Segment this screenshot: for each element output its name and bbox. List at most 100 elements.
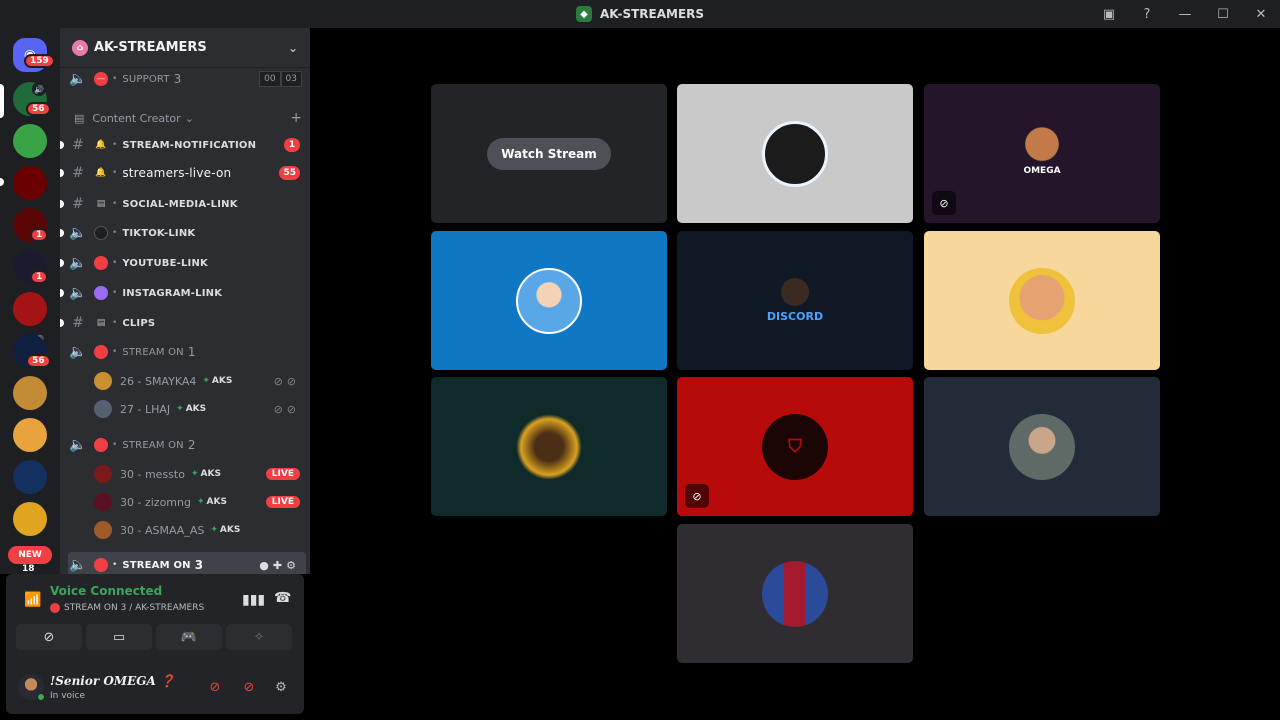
disconnect-icon[interactable]: ☎ — [274, 590, 291, 606]
voice-channel-stream-on-2[interactable]: 🔈 • STREAM ON 2 — [68, 432, 306, 458]
chevron-down-icon: ⌄ — [184, 111, 194, 125]
window-title: ◆ AK-STREAMERS — [575, 6, 704, 22]
voice-channel-instagram-link[interactable]: 🔈 • INSTAGRAM-LINK — [60, 280, 306, 306]
invite-icon[interactable]: ✚ — [273, 559, 286, 572]
server-rail: ◉ 159 🔊 56 1 1 🔊 56 NEW 18 — [0, 28, 60, 574]
avatar — [1009, 413, 1075, 480]
red-circle-icon — [94, 558, 108, 572]
channel-label: STREAM ON — [122, 559, 191, 571]
avatar — [94, 465, 112, 483]
voice-channel-tiktok-link[interactable]: 🔈 • TIKTOK-LINK — [60, 220, 306, 246]
channel-label: SOCIAL-MEDIA-LINK — [122, 198, 238, 210]
purple-circle-icon — [94, 286, 108, 300]
voice-channel-stream-on-3[interactable]: 🔈 • STREAM ON 3 ●✚⚙ — [68, 552, 306, 574]
channel-label: STREAM ON — [122, 346, 184, 358]
voice-connected-panel: 📶 Voice Connected STREAM ON 3 / AK-STREA… — [6, 574, 304, 660]
server-icon-2[interactable] — [13, 124, 47, 158]
close-button[interactable]: ✕ — [1242, 0, 1280, 28]
voice-channel-support[interactable]: 🔈 — • SUPPORT 3 00 03 — [68, 66, 306, 92]
category-content-creator[interactable]: ▤ Content Creator ⌄ + — [74, 108, 306, 128]
channel-label: INSTAGRAM-LINK — [122, 287, 223, 299]
voice-user[interactable]: 30 - ASMAA_AS AKS — [94, 518, 306, 542]
tile-user-5[interactable]: DISCORD — [677, 231, 913, 370]
watch-stream-button[interactable]: Watch Stream — [487, 137, 611, 170]
voice-channel-icon: 🔈 — [69, 557, 87, 573]
channel-label: CLIPS — [122, 317, 156, 329]
server-header[interactable]: ⌂ AK-STREAMERS ⌄ — [60, 28, 310, 68]
username[interactable]: !Senior OMEGA ❓ — [50, 674, 175, 688]
voice-user[interactable]: 30 - messto AKS LIVE — [94, 462, 306, 486]
mic-muted-icon[interactable]: ⊘ — [204, 676, 226, 698]
home-badge: 159 — [24, 54, 55, 68]
text-channel-streamers-live-on[interactable]: # 🔔 • streamers-live-on 55 — [60, 160, 306, 186]
signal-icon[interactable]: 📶 — [24, 592, 41, 608]
bell-icon: 🔔 — [95, 140, 107, 150]
new-badge[interactable]: NEW — [8, 546, 52, 564]
camera-off-button[interactable]: ⊘ — [16, 624, 82, 650]
tile-user-6[interactable] — [924, 231, 1160, 370]
text-channel-clips[interactable]: # ▤ • CLIPS — [60, 310, 306, 336]
add-channel-icon[interactable]: + — [290, 110, 302, 126]
tile-user-7[interactable] — [431, 377, 667, 516]
text-channel-social-media-link[interactable]: # ▤ • SOCIAL-MEDIA-LINK — [60, 191, 306, 217]
headphones-muted-icon[interactable]: ⊘ — [238, 676, 260, 698]
clapper-icon: ▤ — [96, 318, 106, 328]
gear-icon[interactable]: ⚙ — [270, 676, 292, 698]
inbox-icon[interactable]: ▣ — [1090, 0, 1128, 28]
screen-share-button[interactable]: ▭ — [86, 624, 152, 650]
tile-user-8[interactable]: ⛉ ⊘ — [677, 377, 913, 516]
help-icon[interactable]: ? — [1128, 0, 1166, 28]
soundboard-button[interactable]: ✧ — [226, 624, 292, 650]
tiktok-icon — [94, 226, 108, 240]
noise-suppression-icon[interactable]: ▮▮▮ — [242, 592, 265, 608]
hash-icon: # — [72, 165, 84, 181]
minimize-button[interactable]: — — [1166, 0, 1204, 28]
text-channel-stream-notification[interactable]: # 🔔 • STREAM-NOTIFICATION 1 — [60, 132, 306, 158]
title-bar: ◆ AK-STREAMERS ▣ ? — ☐ ✕ — [0, 0, 1280, 28]
muted-deafened-icon: ⊘⊘ — [273, 374, 300, 388]
tile-stream[interactable]: Watch Stream — [431, 84, 667, 223]
server-icon-3[interactable] — [13, 166, 47, 200]
hash-icon: # — [72, 196, 84, 212]
server-icon-10[interactable] — [13, 460, 47, 494]
server-badge-5: 1 — [30, 270, 49, 284]
tile-user-9[interactable] — [924, 377, 1160, 516]
activity-button[interactable]: 🎮 — [156, 624, 222, 650]
channel-sidebar: ⌂ AK-STREAMERS ⌄ 🔈 — • SUPPORT 3 00 03 ▤… — [60, 28, 310, 574]
server-icon-6[interactable] — [13, 292, 47, 326]
avatar: OMEGA — [1009, 120, 1075, 187]
live-badge[interactable]: LIVE — [265, 496, 300, 508]
voice-user[interactable]: 27 - LHAJ AKS ⊘⊘ — [94, 397, 306, 421]
maximize-button[interactable]: ☐ — [1204, 0, 1242, 28]
voice-status[interactable]: Voice Connected — [50, 584, 162, 598]
gear-icon[interactable]: ⚙ — [286, 559, 300, 572]
tile-user-10[interactable] — [677, 524, 913, 663]
server-icon-11[interactable] — [13, 502, 47, 536]
tile-user-3[interactable]: OMEGA ⊘ — [924, 84, 1160, 223]
avatar — [516, 413, 582, 480]
tile-user-2[interactable] — [677, 84, 913, 223]
mic-muted-icon: ⊘ — [685, 484, 709, 508]
live-badge[interactable]: LIVE — [265, 468, 300, 480]
bell-icon: 🔔 — [95, 168, 107, 178]
chevron-down-icon: ⌄ — [287, 40, 298, 55]
user-limit-pills: 00 03 — [259, 71, 302, 87]
server-icon-9[interactable] — [13, 418, 47, 452]
avatar — [516, 267, 582, 334]
unread-pill — [0, 178, 4, 186]
channel-label: streamers-live-on — [122, 166, 232, 180]
channel-num: 3 — [173, 72, 182, 86]
chat-icon[interactable]: ● — [259, 559, 273, 572]
new-count: 18 — [22, 564, 35, 574]
channel-label: SUPPORT — [122, 73, 170, 85]
voice-channel-path[interactable]: STREAM ON 3 / AK-STREAMERS — [64, 603, 204, 613]
server-icon-8[interactable] — [13, 376, 47, 410]
tile-user-4[interactable] — [431, 231, 667, 370]
no-entry-icon: — — [94, 72, 108, 86]
clapper-icon: ▤ — [74, 111, 85, 125]
voice-channel-youtube-link[interactable]: 🔈 • YOUTUBE-LINK — [60, 250, 306, 276]
voice-user[interactable]: 30 - zizomng AKS LIVE — [94, 490, 306, 514]
channel-num: 3 — [194, 558, 204, 572]
voice-channel-stream-on-1[interactable]: 🔈 • STREAM ON 1 — [68, 339, 306, 365]
voice-user[interactable]: 26 - SMAYKA4 AKS ⊘⊘ — [94, 369, 306, 393]
